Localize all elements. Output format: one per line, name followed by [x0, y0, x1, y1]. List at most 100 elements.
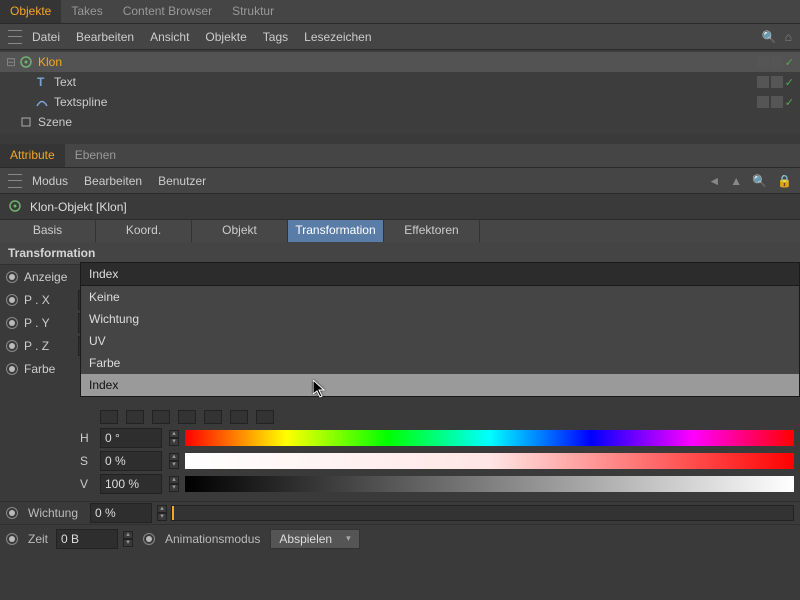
layer-flag[interactable]	[757, 96, 769, 108]
wichtung-slider[interactable]	[171, 505, 794, 521]
row-zeit: Zeit 0 B ▴▾ Animationsmodus Abspielen	[0, 524, 800, 552]
enable-check-icon[interactable]: ✓	[785, 76, 794, 89]
dropdown-option-uv[interactable]: UV	[81, 330, 799, 352]
tree-label: Szene	[38, 115, 800, 129]
subtab-objekt[interactable]: Objekt	[192, 220, 288, 242]
lock-icon[interactable]: 🔒	[777, 174, 792, 188]
label-v: V	[80, 477, 94, 491]
search-icon[interactable]: 🔍	[752, 174, 767, 188]
anim-radio[interactable]	[6, 317, 18, 329]
field-s[interactable]: 0 %	[100, 451, 162, 471]
label-animmode: Animationsmodus	[165, 532, 260, 546]
spinner[interactable]: ▴▾	[123, 531, 133, 547]
attribute-sub-tabs: Basis Koord. Objekt Transformation Effek…	[0, 220, 800, 242]
subtab-koord[interactable]: Koord.	[96, 220, 192, 242]
render-flag[interactable]	[771, 96, 783, 108]
color-tool-icon[interactable]	[100, 410, 118, 424]
cloner-icon	[18, 55, 34, 69]
enable-check-icon[interactable]: ✓	[785, 96, 794, 109]
text-icon: T	[34, 75, 50, 89]
color-section: H 0 ° ▴▾ S 0 % ▴▾ V 100 % ▴▾	[0, 380, 800, 495]
tab-objekte[interactable]: Objekte	[0, 0, 61, 23]
color-tool-icon[interactable]	[230, 410, 248, 424]
anim-radio[interactable]	[143, 533, 155, 545]
color-tool-icon[interactable]	[152, 410, 170, 424]
spinner[interactable]: ▴▾	[169, 476, 179, 492]
tab-struktur[interactable]: Struktur	[222, 0, 284, 23]
drag-handle-icon[interactable]	[8, 174, 22, 188]
field-wichtung[interactable]: 0 %	[90, 503, 152, 523]
menu-bearbeiten2[interactable]: Bearbeiten	[84, 174, 142, 188]
label-px: P . X	[24, 293, 78, 307]
subtab-effektoren[interactable]: Effektoren	[384, 220, 480, 242]
subtab-basis[interactable]: Basis	[0, 220, 96, 242]
spinner[interactable]: ▴▾	[169, 453, 179, 469]
menu-datei[interactable]: Datei	[32, 30, 60, 44]
sat-slider[interactable]	[185, 453, 794, 469]
tab-content-browser[interactable]: Content Browser	[113, 0, 222, 23]
nav-back-icon[interactable]: ◄	[708, 174, 720, 188]
color-tool-icon[interactable]	[204, 410, 222, 424]
menu-lesezeichen[interactable]: Lesezeichen	[304, 30, 371, 44]
enable-check-icon[interactable]: ✓	[785, 56, 794, 69]
menu-modus[interactable]: Modus	[32, 174, 68, 188]
menu-bearbeiten[interactable]: Bearbeiten	[76, 30, 134, 44]
tree-item-klon[interactable]: ⊟ Klon ✓	[0, 52, 800, 72]
object-tree: ⊟ Klon ✓ T Text ✓ Textspline ✓ Szene	[0, 50, 800, 134]
anzeige-dropdown: Index Keine Wichtung UV Farbe Index	[80, 262, 800, 397]
spinner[interactable]: ▴▾	[169, 430, 179, 446]
val-slider[interactable]	[185, 476, 794, 492]
dropdown-option-wichtung[interactable]: Wichtung	[81, 308, 799, 330]
dropdown-option-farbe[interactable]: Farbe	[81, 352, 799, 374]
tab-takes[interactable]: Takes	[61, 0, 112, 23]
anim-radio[interactable]	[6, 363, 18, 375]
row-val: V 100 % ▴▾	[0, 472, 800, 495]
anim-radio[interactable]	[6, 340, 18, 352]
tree-item-szene[interactable]: Szene	[0, 112, 800, 132]
drag-handle-icon[interactable]	[8, 30, 22, 44]
dropdown-option-keine[interactable]: Keine	[81, 286, 799, 308]
menu-benutzer[interactable]: Benutzer	[158, 174, 206, 188]
dropdown-selected[interactable]: Index	[80, 262, 800, 286]
color-tool-icon[interactable]	[256, 410, 274, 424]
label-pz: P . Z	[24, 339, 78, 353]
svg-text:T: T	[37, 76, 45, 88]
layer-flag[interactable]	[757, 56, 769, 68]
field-h[interactable]: 0 °	[100, 428, 162, 448]
spinner[interactable]: ▴▾	[157, 505, 167, 521]
tab-attribute[interactable]: Attribute	[0, 144, 65, 167]
anim-radio[interactable]	[6, 507, 18, 519]
menu-tags[interactable]: Tags	[263, 30, 288, 44]
tree-label: Textspline	[54, 95, 757, 109]
tree-item-textspline[interactable]: Textspline ✓	[0, 92, 800, 112]
render-flag[interactable]	[771, 76, 783, 88]
anim-radio[interactable]	[6, 533, 18, 545]
label-farbe: Farbe	[24, 362, 78, 376]
label-anzeige: Anzeige	[24, 270, 78, 284]
animmode-select[interactable]: Abspielen	[270, 529, 359, 549]
tab-ebenen[interactable]: Ebenen	[65, 144, 126, 167]
expand-icon[interactable]: ⊟	[4, 55, 18, 69]
anim-radio[interactable]	[6, 271, 18, 283]
tree-item-text[interactable]: T Text ✓	[0, 72, 800, 92]
field-v[interactable]: 100 %	[100, 474, 162, 494]
menu-objekte[interactable]: Objekte	[205, 30, 246, 44]
menu-ansicht[interactable]: Ansicht	[150, 30, 189, 44]
layer-flag[interactable]	[757, 76, 769, 88]
subtab-transformation[interactable]: Transformation	[288, 220, 384, 242]
field-zeit[interactable]: 0 B	[56, 529, 118, 549]
label-h: H	[80, 431, 94, 445]
object-header: Klon-Objekt [Klon]	[0, 194, 800, 220]
search-icon[interactable]: 🔍	[762, 30, 777, 44]
hue-slider[interactable]	[185, 430, 794, 446]
row-sat: S 0 % ▴▾	[0, 449, 800, 472]
nav-up-icon[interactable]: ▲	[730, 174, 742, 188]
color-toolbar	[0, 408, 800, 426]
home-icon[interactable]: ⌂	[785, 30, 792, 44]
anim-radio[interactable]	[6, 294, 18, 306]
dropdown-option-index[interactable]: Index	[81, 374, 799, 396]
color-tool-icon[interactable]	[178, 410, 196, 424]
color-tool-icon[interactable]	[126, 410, 144, 424]
render-flag[interactable]	[771, 56, 783, 68]
label-s: S	[80, 454, 94, 468]
